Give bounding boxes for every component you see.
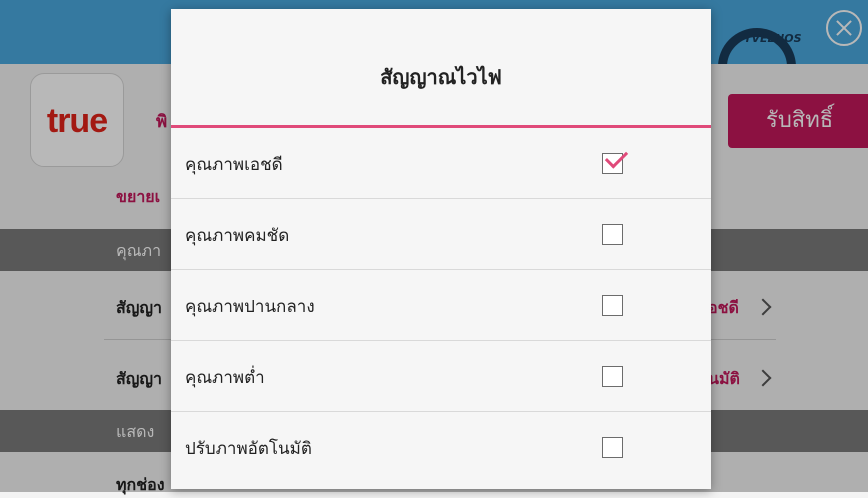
option-label: คุณภาพเอชดี xyxy=(185,155,283,175)
option-label: คุณภาพคมชัด xyxy=(185,226,290,246)
option-label: คุณภาพปานกลาง xyxy=(185,297,315,317)
option-checkbox[interactable] xyxy=(602,437,623,458)
quality-option-sharp[interactable]: คุณภาพคมชัด xyxy=(171,199,711,270)
wifi-quality-dialog: สัญญาณไวไฟ คุณภาพเอชดี คุณภาพคมชัด คุณภา… xyxy=(171,9,711,489)
quality-option-low[interactable]: คุณภาพต่ำ xyxy=(171,341,711,412)
option-checkbox[interactable] xyxy=(602,145,629,174)
option-label: คุณภาพต่ำ xyxy=(185,368,265,388)
check-icon xyxy=(604,145,629,169)
quality-option-medium[interactable]: คุณภาพปานกลาง xyxy=(171,270,711,341)
quality-option-hd[interactable]: คุณภาพเอชดี xyxy=(171,128,711,199)
option-checkbox[interactable] xyxy=(602,224,623,245)
option-checkbox[interactable] xyxy=(602,295,623,316)
dialog-title: สัญญาณไวไฟ xyxy=(380,65,502,89)
option-label: ปรับภาพอัตโนมัติ xyxy=(185,439,312,459)
quality-option-auto[interactable]: ปรับภาพอัตโนมัติ xyxy=(171,412,711,482)
option-checkbox[interactable] xyxy=(602,366,623,387)
